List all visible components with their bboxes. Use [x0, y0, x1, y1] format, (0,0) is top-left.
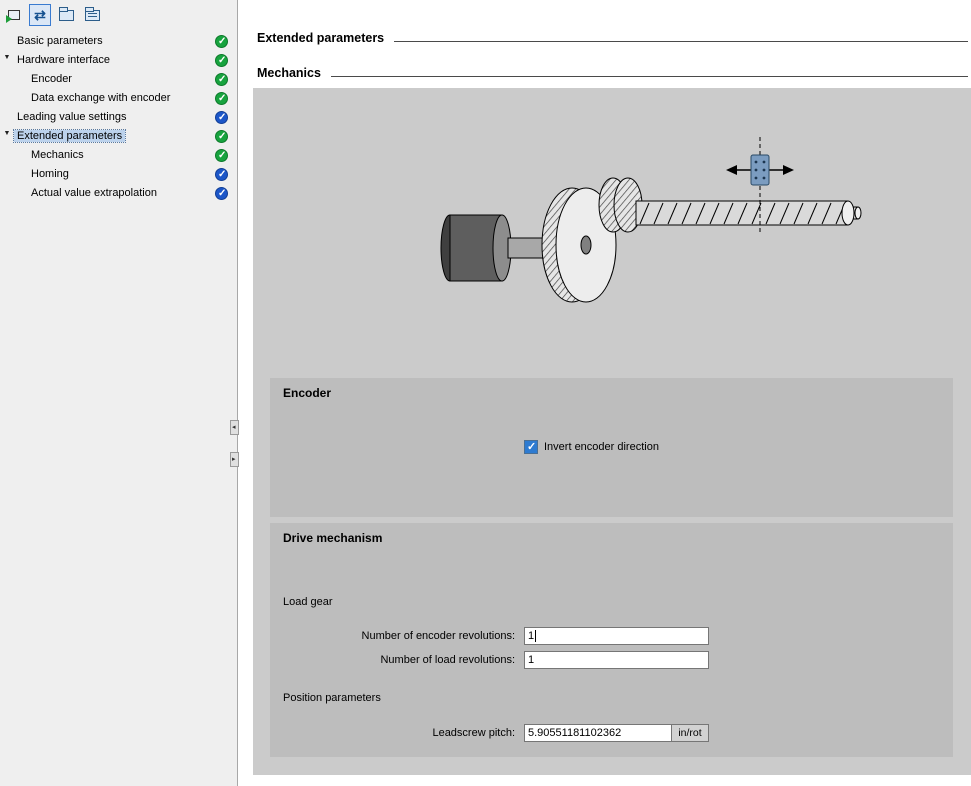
section-title: Mechanics — [257, 66, 321, 80]
extended-parameters-header: Extended parameters — [257, 29, 968, 45]
header-rule — [331, 76, 968, 77]
sidebar-item-label: Data exchange with encoder — [28, 92, 173, 104]
tia-mechanics-screen: ⇄ Basic parameters Hardware interface En… — [0, 0, 971, 786]
open-all-icon[interactable] — [55, 4, 77, 26]
folder-list-icon — [85, 10, 100, 21]
load-gear-label: Load gear — [283, 596, 333, 608]
green-arrow-icon — [6, 15, 12, 23]
swap-arrows-icon: ⇄ — [34, 8, 46, 22]
mechanics-header: Mechanics — [257, 64, 968, 80]
collapse-sidebar-icon[interactable] — [230, 420, 239, 435]
navigation-sidebar: ⇄ Basic parameters Hardware interface En… — [0, 0, 238, 786]
sidebar-item-homing[interactable]: Homing — [0, 165, 237, 184]
sidebar-item-hardware-interface[interactable]: Hardware interface — [0, 51, 237, 70]
sidebar-item-label: Encoder — [28, 73, 75, 85]
encoder-section: Encoder Invert encoder direction — [270, 378, 953, 517]
sidebar-item-leading-value-settings[interactable]: Leading value settings — [0, 108, 237, 127]
text-caret — [535, 630, 536, 642]
motor — [441, 215, 511, 281]
drive-mechanism-section: Drive mechanism Load gear Number of enco… — [270, 523, 953, 757]
status-check-icon — [215, 54, 228, 67]
status-check-icon — [215, 130, 228, 143]
status-check-icon — [215, 149, 228, 162]
status-check-icon — [215, 187, 228, 200]
status-check-icon — [215, 35, 228, 48]
drive-section-title: Drive mechanism — [283, 531, 382, 545]
leadscrew-pitch-label: Leadscrew pitch: — [270, 727, 520, 739]
folder-icon — [59, 10, 74, 21]
status-check-icon — [215, 111, 228, 124]
motor-shaft — [508, 238, 546, 258]
drive-mechanism-diagram — [420, 125, 890, 320]
input-value: 5.90551181102362 — [528, 727, 621, 739]
sidebar-item-basic-parameters[interactable]: Basic parameters — [0, 32, 237, 51]
encoder-section-title: Encoder — [283, 386, 331, 400]
sidebar-item-label: Actual value extrapolation — [28, 187, 160, 199]
mechanics-panel: Encoder Invert encoder direction Drive m… — [253, 88, 971, 775]
encoder-revolutions-field: Number of encoder revolutions: 1 — [270, 627, 709, 645]
expand-sidebar-icon[interactable] — [230, 452, 239, 467]
load-revolutions-label: Number of load revolutions: — [270, 654, 520, 666]
parameter-tree: Basic parameters Hardware interface Enco… — [0, 30, 237, 203]
sidebar-item-extended-parameters[interactable]: Extended parameters — [0, 127, 237, 146]
leadscrew-pitch-field: Leadscrew pitch: 5.90551181102362 in/rot — [270, 724, 709, 742]
sidebar-item-label: Hardware interface — [14, 54, 113, 66]
page-title: Extended parameters — [257, 31, 384, 45]
sidebar-item-label: Homing — [28, 168, 72, 180]
header-rule — [394, 41, 968, 42]
load-revolutions-input[interactable]: 1 — [524, 651, 709, 669]
sidebar-item-label: Basic parameters — [14, 35, 106, 47]
input-value: 1 — [528, 654, 534, 666]
sidebar-item-mechanics[interactable]: Mechanics — [0, 146, 237, 165]
load-revolutions-field: Number of load revolutions: 1 — [270, 651, 709, 669]
status-check-icon — [215, 92, 228, 105]
parameter-view-icon[interactable] — [81, 4, 103, 26]
leadscrew-unit: in/rot — [672, 724, 709, 742]
status-check-icon — [215, 73, 228, 86]
leadscrew — [636, 201, 861, 225]
invert-encoder-checkbox[interactable] — [524, 440, 538, 454]
function-view-icon[interactable]: ⇄ — [29, 4, 51, 26]
encoder-revolutions-input[interactable]: 1 — [524, 627, 709, 645]
input-value: 1 — [528, 630, 534, 642]
status-check-icon — [215, 168, 228, 181]
position-parameters-label: Position parameters — [283, 692, 381, 704]
encoder-revolutions-label: Number of encoder revolutions: — [270, 630, 520, 642]
leadscrew-pitch-input[interactable]: 5.90551181102362 — [524, 724, 672, 742]
sidebar-item-actual-value-extrapolation[interactable]: Actual value extrapolation — [0, 184, 237, 203]
sidebar-toolbar: ⇄ — [0, 0, 237, 30]
expand-arrow-icon[interactable] — [2, 127, 12, 146]
sidebar-item-data-exchange-with-encoder[interactable]: Data exchange with encoder — [0, 89, 237, 108]
navigate-view-icon[interactable] — [3, 4, 25, 26]
invert-encoder-label: Invert encoder direction — [544, 441, 659, 453]
expand-arrow-icon[interactable] — [2, 51, 12, 70]
invert-encoder-row: Invert encoder direction — [524, 440, 659, 454]
sidebar-item-encoder[interactable]: Encoder — [0, 70, 237, 89]
sidebar-item-label: Leading value settings — [14, 111, 129, 123]
sidebar-item-label: Mechanics — [28, 149, 87, 161]
sidebar-item-label: Extended parameters — [14, 130, 125, 142]
